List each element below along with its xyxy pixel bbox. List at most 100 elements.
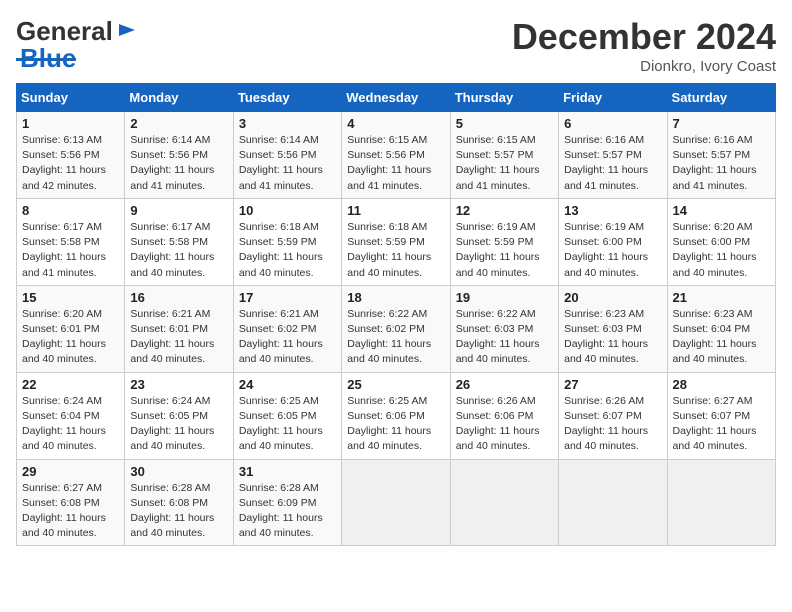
day-info: Sunrise: 6:13 AM Sunset: 5:56 PM Dayligh…	[22, 133, 119, 194]
day-number: 9	[130, 203, 227, 218]
day-info: Sunrise: 6:27 AM Sunset: 6:07 PM Dayligh…	[673, 394, 770, 455]
calendar-cell: 22 Sunrise: 6:24 AM Sunset: 6:04 PM Dayl…	[17, 372, 125, 459]
day-number: 31	[239, 464, 336, 479]
logo-arrow-icon	[117, 20, 137, 40]
day-info: Sunrise: 6:17 AM Sunset: 5:58 PM Dayligh…	[130, 220, 227, 281]
calendar-week-row: 15 Sunrise: 6:20 AM Sunset: 6:01 PM Dayl…	[17, 285, 776, 372]
day-number: 6	[564, 116, 661, 131]
day-number: 20	[564, 290, 661, 305]
day-info: Sunrise: 6:22 AM Sunset: 6:02 PM Dayligh…	[347, 307, 444, 368]
calendar-cell: 7 Sunrise: 6:16 AM Sunset: 5:57 PM Dayli…	[667, 112, 775, 199]
day-number: 13	[564, 203, 661, 218]
header-row: SundayMondayTuesdayWednesdayThursdayFrid…	[17, 84, 776, 112]
day-number: 1	[22, 116, 119, 131]
day-info: Sunrise: 6:15 AM Sunset: 5:57 PM Dayligh…	[456, 133, 553, 194]
calendar-cell: 10 Sunrise: 6:18 AM Sunset: 5:59 PM Dayl…	[233, 198, 341, 285]
day-number: 7	[673, 116, 770, 131]
calendar-cell: 6 Sunrise: 6:16 AM Sunset: 5:57 PM Dayli…	[559, 112, 667, 199]
calendar-cell: 30 Sunrise: 6:28 AM Sunset: 6:08 PM Dayl…	[125, 459, 233, 546]
calendar-cell: 8 Sunrise: 6:17 AM Sunset: 5:58 PM Dayli…	[17, 198, 125, 285]
calendar-cell: 21 Sunrise: 6:23 AM Sunset: 6:04 PM Dayl…	[667, 285, 775, 372]
day-number: 30	[130, 464, 227, 479]
day-info: Sunrise: 6:26 AM Sunset: 6:06 PM Dayligh…	[456, 394, 553, 455]
day-info: Sunrise: 6:15 AM Sunset: 5:56 PM Dayligh…	[347, 133, 444, 194]
calendar-cell: 18 Sunrise: 6:22 AM Sunset: 6:02 PM Dayl…	[342, 285, 450, 372]
day-of-week-header: Thursday	[450, 84, 558, 112]
day-info: Sunrise: 6:20 AM Sunset: 6:00 PM Dayligh…	[673, 220, 770, 281]
calendar-week-row: 29 Sunrise: 6:27 AM Sunset: 6:08 PM Dayl…	[17, 459, 776, 546]
day-number: 24	[239, 377, 336, 392]
calendar-cell: 14 Sunrise: 6:20 AM Sunset: 6:00 PM Dayl…	[667, 198, 775, 285]
calendar-cell: 12 Sunrise: 6:19 AM Sunset: 5:59 PM Dayl…	[450, 198, 558, 285]
calendar-cell: 4 Sunrise: 6:15 AM Sunset: 5:56 PM Dayli…	[342, 112, 450, 199]
day-info: Sunrise: 6:26 AM Sunset: 6:07 PM Dayligh…	[564, 394, 661, 455]
day-of-week-header: Friday	[559, 84, 667, 112]
day-info: Sunrise: 6:18 AM Sunset: 5:59 PM Dayligh…	[347, 220, 444, 281]
day-of-week-header: Saturday	[667, 84, 775, 112]
day-info: Sunrise: 6:22 AM Sunset: 6:03 PM Dayligh…	[456, 307, 553, 368]
calendar-cell: 5 Sunrise: 6:15 AM Sunset: 5:57 PM Dayli…	[450, 112, 558, 199]
calendar-week-row: 1 Sunrise: 6:13 AM Sunset: 5:56 PM Dayli…	[17, 112, 776, 199]
day-number: 22	[22, 377, 119, 392]
calendar-cell: 13 Sunrise: 6:19 AM Sunset: 6:00 PM Dayl…	[559, 198, 667, 285]
day-info: Sunrise: 6:14 AM Sunset: 5:56 PM Dayligh…	[130, 133, 227, 194]
calendar-cell: 1 Sunrise: 6:13 AM Sunset: 5:56 PM Dayli…	[17, 112, 125, 199]
day-of-week-header: Sunday	[17, 84, 125, 112]
location: Dionkro, Ivory Coast	[512, 58, 776, 75]
day-of-week-header: Wednesday	[342, 84, 450, 112]
day-info: Sunrise: 6:24 AM Sunset: 6:04 PM Dayligh…	[22, 394, 119, 455]
day-number: 4	[347, 116, 444, 131]
calendar-cell: 20 Sunrise: 6:23 AM Sunset: 6:03 PM Dayl…	[559, 285, 667, 372]
day-number: 11	[347, 203, 444, 218]
day-info: Sunrise: 6:27 AM Sunset: 6:08 PM Dayligh…	[22, 481, 119, 542]
calendar-cell: 19 Sunrise: 6:22 AM Sunset: 6:03 PM Dayl…	[450, 285, 558, 372]
calendar: SundayMondayTuesdayWednesdayThursdayFrid…	[16, 83, 776, 546]
calendar-cell: 27 Sunrise: 6:26 AM Sunset: 6:07 PM Dayl…	[559, 372, 667, 459]
day-number: 21	[673, 290, 770, 305]
day-info: Sunrise: 6:23 AM Sunset: 6:04 PM Dayligh…	[673, 307, 770, 368]
day-number: 3	[239, 116, 336, 131]
calendar-cell: 24 Sunrise: 6:25 AM Sunset: 6:05 PM Dayl…	[233, 372, 341, 459]
day-info: Sunrise: 6:14 AM Sunset: 5:56 PM Dayligh…	[239, 133, 336, 194]
day-info: Sunrise: 6:16 AM Sunset: 5:57 PM Dayligh…	[673, 133, 770, 194]
day-info: Sunrise: 6:17 AM Sunset: 5:58 PM Dayligh…	[22, 220, 119, 281]
calendar-week-row: 8 Sunrise: 6:17 AM Sunset: 5:58 PM Dayli…	[17, 198, 776, 285]
day-of-week-header: Monday	[125, 84, 233, 112]
calendar-cell: 3 Sunrise: 6:14 AM Sunset: 5:56 PM Dayli…	[233, 112, 341, 199]
day-number: 8	[22, 203, 119, 218]
day-info: Sunrise: 6:28 AM Sunset: 6:08 PM Dayligh…	[130, 481, 227, 542]
day-number: 29	[22, 464, 119, 479]
calendar-cell: 9 Sunrise: 6:17 AM Sunset: 5:58 PM Dayli…	[125, 198, 233, 285]
day-number: 12	[456, 203, 553, 218]
calendar-cell	[450, 459, 558, 546]
calendar-header: SundayMondayTuesdayWednesdayThursdayFrid…	[17, 84, 776, 112]
calendar-cell	[342, 459, 450, 546]
calendar-cell: 29 Sunrise: 6:27 AM Sunset: 6:08 PM Dayl…	[17, 459, 125, 546]
logo-blue: Blue	[18, 43, 76, 74]
logo: General Blue	[16, 16, 137, 74]
day-info: Sunrise: 6:21 AM Sunset: 6:02 PM Dayligh…	[239, 307, 336, 368]
calendar-cell: 2 Sunrise: 6:14 AM Sunset: 5:56 PM Dayli…	[125, 112, 233, 199]
calendar-body: 1 Sunrise: 6:13 AM Sunset: 5:56 PM Dayli…	[17, 112, 776, 546]
calendar-cell: 16 Sunrise: 6:21 AM Sunset: 6:01 PM Dayl…	[125, 285, 233, 372]
day-info: Sunrise: 6:20 AM Sunset: 6:01 PM Dayligh…	[22, 307, 119, 368]
day-number: 15	[22, 290, 119, 305]
day-number: 28	[673, 377, 770, 392]
day-number: 17	[239, 290, 336, 305]
calendar-cell	[559, 459, 667, 546]
day-info: Sunrise: 6:18 AM Sunset: 5:59 PM Dayligh…	[239, 220, 336, 281]
day-info: Sunrise: 6:24 AM Sunset: 6:05 PM Dayligh…	[130, 394, 227, 455]
day-info: Sunrise: 6:25 AM Sunset: 6:06 PM Dayligh…	[347, 394, 444, 455]
day-info: Sunrise: 6:23 AM Sunset: 6:03 PM Dayligh…	[564, 307, 661, 368]
calendar-cell: 11 Sunrise: 6:18 AM Sunset: 5:59 PM Dayl…	[342, 198, 450, 285]
day-of-week-header: Tuesday	[233, 84, 341, 112]
day-info: Sunrise: 6:21 AM Sunset: 6:01 PM Dayligh…	[130, 307, 227, 368]
calendar-cell: 31 Sunrise: 6:28 AM Sunset: 6:09 PM Dayl…	[233, 459, 341, 546]
calendar-cell: 26 Sunrise: 6:26 AM Sunset: 6:06 PM Dayl…	[450, 372, 558, 459]
day-number: 16	[130, 290, 227, 305]
day-info: Sunrise: 6:28 AM Sunset: 6:09 PM Dayligh…	[239, 481, 336, 542]
day-number: 26	[456, 377, 553, 392]
calendar-cell: 23 Sunrise: 6:24 AM Sunset: 6:05 PM Dayl…	[125, 372, 233, 459]
day-info: Sunrise: 6:19 AM Sunset: 6:00 PM Dayligh…	[564, 220, 661, 281]
title-area: December 2024 Dionkro, Ivory Coast	[512, 16, 776, 75]
